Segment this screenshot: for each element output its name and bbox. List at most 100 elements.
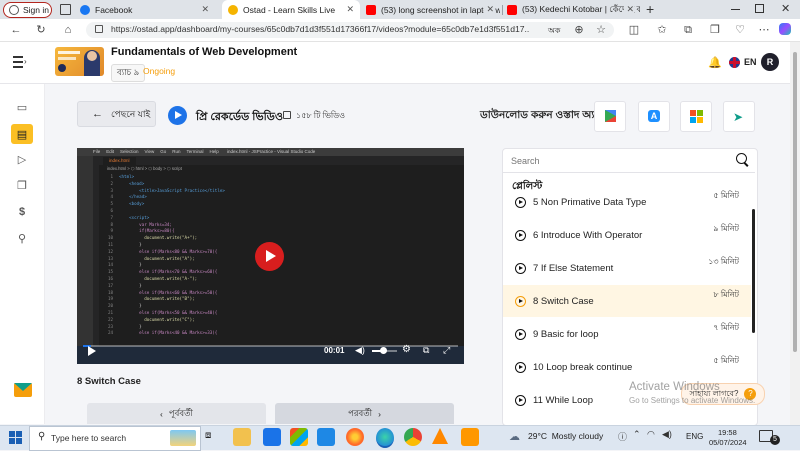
extensions-icon[interactable]: ⧉	[680, 21, 696, 39]
code-line: 5 <body>	[99, 201, 144, 207]
weather-text[interactable]: 29°C Mostly cloudy	[528, 431, 603, 441]
playlist-item[interactable]: 5 Non Primative Data Type ৫ মিনিট	[503, 186, 751, 218]
taskbar-language[interactable]: ENG	[686, 432, 703, 441]
line-text: <script>	[119, 214, 150, 220]
back-arrow-icon[interactable]: ←	[8, 21, 24, 39]
sublime-icon[interactable]	[461, 428, 479, 446]
code-line: 17 }	[99, 283, 142, 289]
start-button[interactable]	[9, 431, 22, 444]
line-text: }	[119, 303, 142, 309]
volume-track[interactable]	[372, 347, 397, 354]
pip-icon[interactable]: ⧉	[423, 345, 429, 356]
more-menu-icon[interactable]: ⋯	[756, 21, 772, 39]
browser-tab-youtube-1[interactable]: (53) long screenshot in laptop w ✕	[366, 0, 500, 19]
minimize-icon[interactable]	[731, 9, 740, 10]
sidebar-resources-icon[interactable]: ❐	[11, 175, 33, 195]
favorite-star-icon[interactable]: ☆	[593, 21, 609, 39]
home-icon[interactable]: ⌂	[60, 21, 76, 39]
support-mail-icon[interactable]	[14, 383, 32, 397]
video-player[interactable]: File Edit Selection View Go Run Terminal Help i…	[77, 148, 464, 364]
taskbar-time[interactable]: 19:58	[718, 428, 737, 437]
sidebar-profile-icon[interactable]: ⚲	[11, 228, 33, 248]
avatar[interactable]: R	[761, 53, 779, 71]
previous-button[interactable]: ‹ পূর্ববর্তী	[87, 403, 266, 424]
heart-icon[interactable]: ♡	[732, 21, 748, 39]
restore-icon[interactable]	[755, 4, 764, 13]
taskbar-date[interactable]: 05/07/2024	[709, 438, 747, 447]
code-line: 7 <script>	[99, 215, 149, 221]
browser-tab-ostad[interactable]: Ostad - Learn Skills Live ✕	[222, 0, 360, 19]
search-input[interactable]	[509, 153, 723, 168]
status-label: Ongoing	[143, 66, 176, 76]
app-store-button[interactable]: A	[638, 101, 670, 132]
back-button[interactable]: ← পেছনে যাই	[77, 101, 156, 127]
lock-icon[interactable]	[95, 25, 103, 33]
refresh-icon[interactable]: ↻	[33, 21, 49, 39]
edge-icon[interactable]	[376, 428, 394, 448]
line-number: 23	[107, 323, 113, 329]
uk-flag-icon[interactable]	[729, 57, 740, 68]
line-text: document.write("A+");	[119, 235, 198, 241]
next-button[interactable]: পরবর্তী ›	[275, 403, 454, 424]
favorites-icon[interactable]: ✩	[654, 21, 670, 39]
vscode-icon[interactable]	[317, 428, 335, 446]
close-tab-icon[interactable]: ✕	[201, 4, 209, 15]
fullscreen-icon[interactable]: ⤢	[443, 345, 450, 356]
settings-gear-icon[interactable]: ⚙	[402, 344, 411, 355]
profile-sign-in-button[interactable]: Sign in	[3, 2, 52, 18]
ostad-icon	[228, 4, 238, 15]
vlc-icon[interactable]	[432, 428, 448, 444]
store-icon[interactable]	[290, 428, 308, 446]
tab-actions-icon[interactable]	[60, 4, 71, 15]
close-tab-icon[interactable]: ✕	[624, 4, 634, 15]
language-label[interactable]: EN	[744, 57, 757, 67]
close-window-icon[interactable]: ✕	[781, 2, 790, 15]
collections-icon[interactable]: ❐	[707, 21, 723, 39]
playlist-search[interactable]	[503, 149, 755, 173]
new-tab-button[interactable]: +	[646, 1, 654, 17]
volume-icon[interactable]: ◀)	[355, 345, 365, 356]
taskbar-search-box[interactable]: ⚲ Type here to search	[29, 426, 201, 451]
help-tray-icon[interactable]: ⓘ	[618, 430, 627, 443]
control-play-icon[interactable]	[88, 346, 96, 356]
sidebar-playlist-icon[interactable]: ▷	[11, 149, 33, 169]
task-view-icon[interactable]: ⧈	[205, 430, 211, 441]
direct-download-button[interactable]: ➤	[723, 101, 755, 132]
playlist-item[interactable]: 9 Basic for loop ৭ মিনিট	[503, 318, 751, 350]
search-icon: ⚲	[38, 431, 46, 442]
play-overlay-button[interactable]	[255, 242, 284, 271]
sidebar-payment-icon[interactable]: $	[11, 202, 33, 222]
close-tab-icon[interactable]: ✕	[346, 4, 354, 15]
sidebar-recorded-videos-icon[interactable]: ▤	[11, 124, 33, 144]
search-icon[interactable]	[736, 153, 749, 167]
close-tab-icon[interactable]: ✕	[484, 4, 494, 15]
line-number: 16	[107, 276, 113, 281]
speaker-icon[interactable]: ◀)	[662, 429, 672, 440]
playlist-item[interactable]: 7 If Else Statement ১৩ মিনিট	[503, 252, 751, 284]
code-line: 15 else if(Marks<70 && Marks>=60){	[99, 269, 217, 275]
microsoft-store-button[interactable]	[680, 101, 712, 132]
chrome-icon[interactable]	[404, 428, 422, 446]
split-screen-icon[interactable]: ◫	[626, 21, 642, 39]
browser-tab-youtube-2[interactable]: (53) Kedechi Kotobar | কেঁদেছি ক ✕	[507, 0, 640, 19]
notification-bell-icon[interactable]: 🔔	[708, 56, 722, 69]
line-number: 11	[107, 242, 113, 247]
playlist-item[interactable]: 10 Loop break continue ৫ মিনিট	[503, 351, 751, 383]
wifi-icon[interactable]: ◠	[647, 429, 655, 440]
line-text: }	[119, 262, 142, 268]
firefox-icon[interactable]	[346, 428, 364, 446]
copilot-icon[interactable]	[779, 23, 791, 35]
zoom-icon[interactable]: ⊕	[571, 21, 587, 39]
page-scrollbar[interactable]	[790, 42, 800, 425]
browser-tab-facebook[interactable]: Facebook ✕	[80, 0, 215, 19]
file-explorer-icon[interactable]	[233, 428, 251, 446]
google-play-button[interactable]	[594, 101, 626, 132]
playlist-item[interactable]: 8 Switch Case ৮ মিনিট	[503, 285, 751, 317]
playlist-scrollbar[interactable]	[752, 209, 755, 333]
mail-icon[interactable]	[263, 428, 281, 446]
show-hidden-icons[interactable]: ⌃	[633, 429, 641, 440]
read-aloud-icon[interactable]: অক	[548, 25, 561, 38]
menu-collapse-icon[interactable]: ›	[13, 55, 29, 68]
sidebar-live-class-icon[interactable]: ▭	[11, 97, 33, 117]
playlist-item[interactable]: 6 Introduce With Operator ৯ মিনিট	[503, 219, 751, 251]
